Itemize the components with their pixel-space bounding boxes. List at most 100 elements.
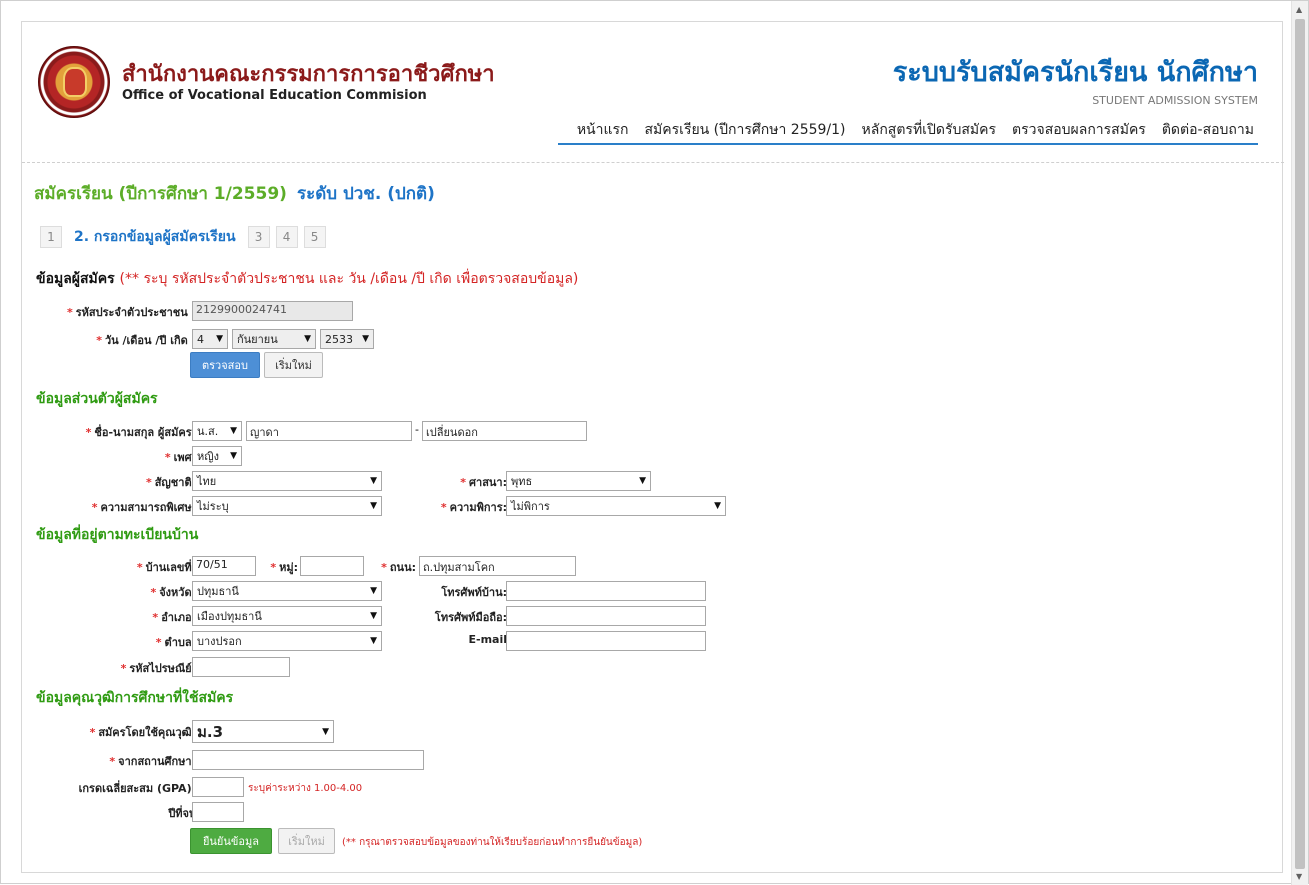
check-button[interactable]: ตรวจสอบ bbox=[190, 352, 260, 378]
chevron-down-icon: ▼ bbox=[639, 476, 646, 486]
reset-form-button[interactable]: เริ่มใหม่ bbox=[278, 828, 335, 854]
house-number-input[interactable]: 70/51 bbox=[192, 556, 256, 576]
subdistrict-value: บางปรอก bbox=[197, 635, 242, 648]
religion-label-text: ศาสนา: bbox=[469, 476, 507, 489]
step-2-active: 2. กรอกข้อมูลผู้สมัครเรียน bbox=[74, 229, 236, 245]
applicant-heading: ข้อมูลผู้สมัคร (** ระบุ รหัสประจำตัวประช… bbox=[36, 268, 578, 290]
gpa-hint: ระบุค่าระหว่าง 1.00-4.00 bbox=[248, 783, 363, 794]
zip-input[interactable] bbox=[192, 657, 290, 677]
personal-heading: ข้อมูลส่วนตัวผู้สมัคร bbox=[36, 391, 158, 407]
religion-value: พุทธ bbox=[511, 475, 533, 488]
prefix-select[interactable]: น.ส. ▼ bbox=[192, 421, 242, 441]
browser-frame: สำนักงานคณะกรรมการการอาชีวศึกษา Office o… bbox=[0, 0, 1309, 885]
religion-select[interactable]: พุทธ ▼ bbox=[506, 471, 651, 491]
step-5[interactable]: 5 bbox=[303, 226, 326, 248]
page-title-level: ระดับ ปวช. (ปกติ) bbox=[296, 184, 435, 204]
moo-label: * หมู่: bbox=[270, 561, 298, 574]
chevron-down-icon: ▼ bbox=[322, 726, 329, 737]
dob-label-text: วัน /เดือน /ปี เกิด : bbox=[104, 334, 196, 347]
subdistrict-select[interactable]: บางปรอก ▼ bbox=[192, 631, 382, 651]
vertical-scrollbar[interactable]: ▲ ▼ bbox=[1291, 1, 1308, 885]
chevron-down-icon: ▼ bbox=[714, 501, 721, 511]
province-select[interactable]: ปทุมธานี ▼ bbox=[192, 581, 382, 601]
road-label: * ถนน: bbox=[381, 561, 416, 574]
district-select[interactable]: เมืองปทุมธานี ▼ bbox=[192, 606, 382, 626]
day-select[interactable]: 4 ▼ bbox=[192, 329, 228, 349]
nav-check-result[interactable]: ตรวจสอบผลการสมัคร bbox=[1012, 119, 1146, 141]
name-label-text: ชื่อ-นามสกุล ผู้สมัคร: bbox=[94, 426, 196, 439]
address-heading: ข้อมูลที่อยู่ตามทะเบียนบ้าน bbox=[36, 527, 199, 543]
applicant-note: (** ระบุ รหัสประจำตัวประชาชน และ วัน /เด… bbox=[119, 271, 579, 287]
scroll-down-icon[interactable]: ▼ bbox=[1296, 872, 1302, 881]
zip-label-text: รหัสไปรษณีย์: bbox=[129, 662, 196, 675]
road-input[interactable]: ถ.ปทุมสามโคก bbox=[419, 556, 576, 576]
ability-select[interactable]: ไม่ระบุ ▼ bbox=[192, 496, 382, 516]
page-container: สำนักงานคณะกรรมการการอาชีวศึกษา Office o… bbox=[21, 21, 1284, 873]
disability-select[interactable]: ไม่พิการ ▼ bbox=[506, 496, 726, 516]
qual-label-text: สมัครโดยใช้คุณวุฒิ: bbox=[98, 726, 196, 739]
sex-label: * เพศ: bbox=[164, 451, 196, 464]
district-label: * อำเภอ: bbox=[152, 611, 196, 624]
national-id-input[interactable]: 2129900024741 bbox=[192, 301, 353, 321]
page-title-main: สมัครเรียน (ปีการศึกษา 1/2559) bbox=[34, 184, 287, 204]
chevron-down-icon: ▼ bbox=[216, 334, 223, 344]
org-name-english: Office of Vocational Education Commision bbox=[122, 88, 427, 103]
month-select[interactable]: กันยายน ▼ bbox=[232, 329, 316, 349]
nav-contact[interactable]: ติดต่อ-สอบถาม bbox=[1162, 119, 1254, 141]
nav-home[interactable]: หน้าแรก bbox=[577, 119, 629, 141]
chevron-down-icon: ▼ bbox=[230, 426, 237, 436]
nav-courses[interactable]: หลักสูตรที่เปิดรับสมัคร bbox=[862, 119, 997, 141]
reset-check-button[interactable]: เริ่มใหม่ bbox=[264, 352, 323, 378]
qual-value: ม.3 bbox=[197, 722, 224, 741]
email-input[interactable] bbox=[506, 631, 706, 651]
province-label: * จังหวัด: bbox=[150, 586, 196, 599]
nationality-label-text: สัญชาติ: bbox=[154, 476, 196, 489]
confirm-note: (** กรุณาตรวจสอบข้อมูลของท่านให้เรียบร้อ… bbox=[342, 837, 643, 848]
mobile-input[interactable] bbox=[506, 606, 706, 626]
grad-year-input[interactable] bbox=[192, 802, 244, 822]
step-4[interactable]: 4 bbox=[275, 226, 298, 248]
sex-select[interactable]: หญิง ▼ bbox=[192, 446, 242, 466]
nationality-select[interactable]: ไทย ▼ bbox=[192, 471, 382, 491]
house-label: * บ้านเลขที่: bbox=[136, 561, 196, 574]
province-label-text: จังหวัด: bbox=[159, 586, 196, 599]
last-name-input[interactable]: เปลี่ยนดอก bbox=[422, 421, 587, 441]
ability-label: * ความสามารถพิเศษ: bbox=[91, 501, 197, 514]
chevron-down-icon: ▼ bbox=[304, 334, 311, 344]
road-label-text: ถนน: bbox=[389, 561, 416, 574]
district-label-text: อำเภอ: bbox=[161, 611, 196, 624]
grad-year-label: ปีที่จบ bbox=[168, 807, 196, 820]
gpa-input[interactable] bbox=[192, 777, 244, 797]
school-input[interactable] bbox=[192, 750, 424, 770]
chevron-down-icon: ▼ bbox=[370, 636, 377, 646]
scroll-up-icon[interactable]: ▲ bbox=[1296, 5, 1302, 14]
month-value: กันยายน bbox=[237, 333, 278, 346]
nationality-value: ไทย bbox=[197, 475, 217, 488]
scroll-thumb[interactable] bbox=[1295, 19, 1305, 869]
step-3[interactable]: 3 bbox=[247, 226, 270, 248]
system-title-english: STUDENT ADMISSION SYSTEM bbox=[1092, 94, 1258, 107]
chevron-down-icon: ▼ bbox=[370, 501, 377, 511]
day-value: 4 bbox=[197, 332, 204, 346]
qual-label: * สมัครโดยใช้คุณวุฒิ: bbox=[89, 726, 196, 739]
ability-label-text: ความสามารถพิเศษ: bbox=[100, 501, 197, 514]
year-select[interactable]: 2533 ▼ bbox=[320, 329, 374, 349]
id-label-text: รหัสประจำตัวประชาชน : bbox=[75, 306, 196, 319]
first-name-input[interactable]: ญาดา bbox=[246, 421, 412, 441]
prefix-value: น.ส. bbox=[197, 425, 219, 438]
chevron-down-icon: ▼ bbox=[370, 586, 377, 596]
name-dash: - bbox=[415, 423, 419, 436]
disability-label-text: ความพิการ: bbox=[449, 501, 507, 514]
education-heading: ข้อมูลคุณวุฒิการศึกษาที่ใช้สมัคร bbox=[36, 690, 234, 706]
province-value: ปทุมธานี bbox=[197, 585, 239, 598]
qualification-select[interactable]: ม.3 ▼ bbox=[192, 720, 334, 743]
confirm-button[interactable]: ยืนยันข้อมูล bbox=[190, 828, 272, 854]
applicant-heading-text: ข้อมูลผู้สมัคร bbox=[36, 271, 115, 287]
nav-apply[interactable]: สมัครเรียน (ปีการศึกษา 2559/1) bbox=[645, 119, 846, 141]
step-1[interactable]: 1 bbox=[40, 226, 62, 248]
moo-input[interactable] bbox=[300, 556, 364, 576]
gpa-label: เกรดเฉลี่ยสะสม (GPA): bbox=[78, 782, 196, 795]
org-name-thai: สำนักงานคณะกรรมการการอาชีวศึกษา bbox=[122, 62, 495, 87]
home-phone-input[interactable] bbox=[506, 581, 706, 601]
school-label: * จากสถานศึกษา: bbox=[109, 755, 196, 768]
